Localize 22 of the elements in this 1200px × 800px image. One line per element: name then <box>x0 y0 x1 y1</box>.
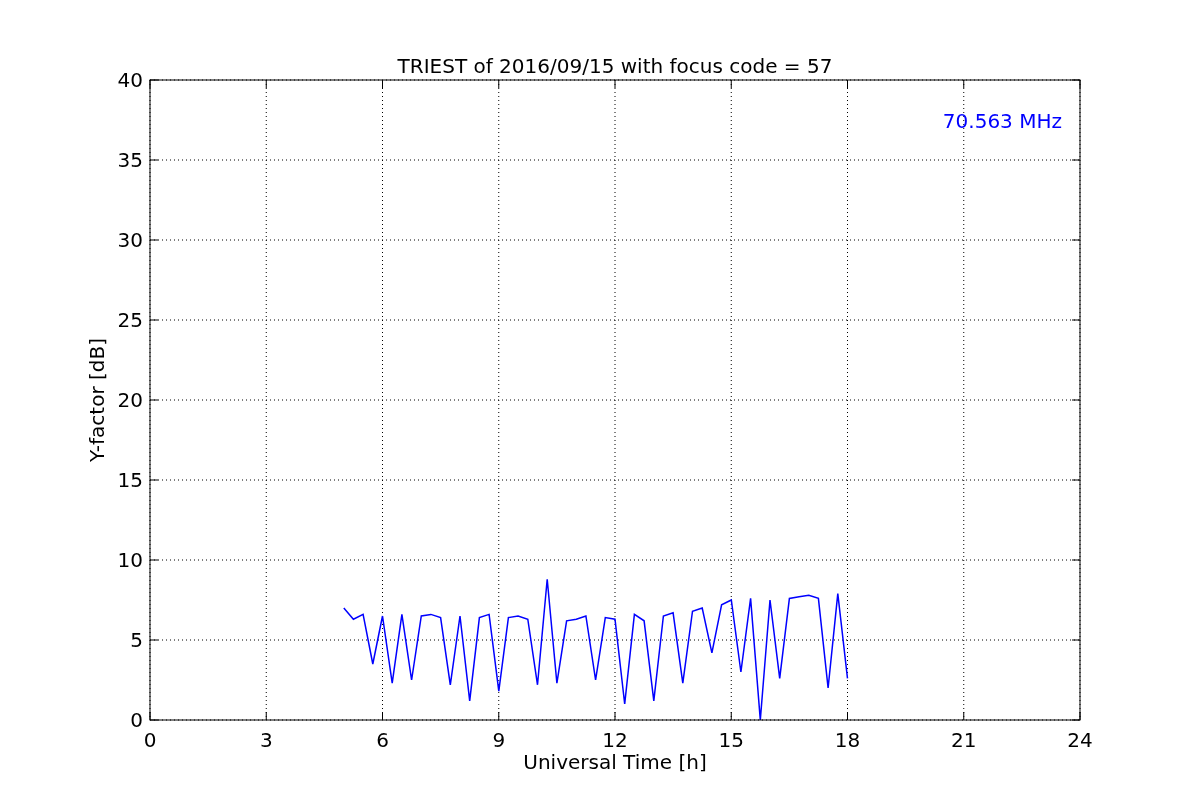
chart-title: TRIEST of 2016/09/15 with focus code = 57 <box>397 54 833 78</box>
tick-label: 40 <box>117 68 143 92</box>
tick-label: 15 <box>718 728 744 752</box>
axis-label: Universal Time [h] <box>523 750 707 774</box>
tick-label: 12 <box>602 728 628 752</box>
tick-label: 15 <box>117 468 143 492</box>
axis-label: Y-factor [dB] <box>85 338 109 462</box>
tick-label: 25 <box>117 308 143 332</box>
tick-label: 3 <box>259 728 273 752</box>
tick-label: 18 <box>834 728 861 752</box>
tick-label: 6 <box>376 728 389 752</box>
tick-label: 24 <box>1067 728 1093 752</box>
tick-label: 0 <box>130 708 143 732</box>
frequency-label: 70.563 MHz <box>942 109 1062 133</box>
tick-label: 21 <box>951 728 977 752</box>
tick-label: 10 <box>117 548 143 572</box>
tick-label: 0 <box>143 728 157 752</box>
tick-label: 20 <box>117 388 143 412</box>
tick-label: 35 <box>117 148 143 172</box>
tick-label: 9 <box>492 728 506 752</box>
tick-label: 30 <box>117 228 143 252</box>
tick-label: 5 <box>130 628 143 652</box>
